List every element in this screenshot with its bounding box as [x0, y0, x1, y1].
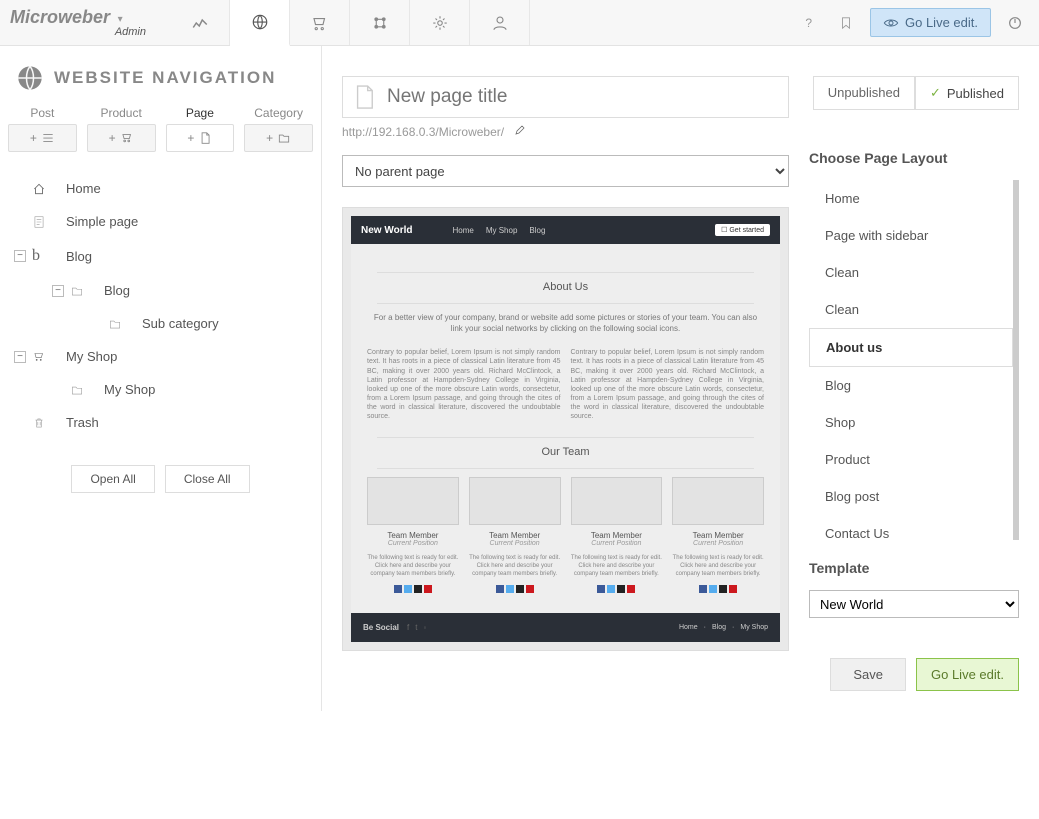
blog-icon: b [32, 247, 48, 265]
globe-icon [16, 64, 44, 92]
cart-icon [120, 131, 134, 145]
layout-option[interactable]: Clean [809, 291, 1013, 328]
layout-option[interactable]: Contact Us [809, 515, 1013, 540]
add-tab-page[interactable]: Page + [166, 106, 235, 152]
topbar: Microweber ▾ Admin ? [0, 0, 1039, 46]
parent-page-select[interactable]: No parent page [342, 155, 789, 187]
published-button[interactable]: ✓ Published [915, 76, 1019, 110]
publish-toggle: Unpublished ✓ Published [809, 76, 1019, 110]
brand[interactable]: Microweber ▾ Admin [0, 0, 170, 45]
preview-footer: Be Social ft◦ Home· Blog· My Shop [351, 613, 780, 642]
brand-caret-icon: ▾ [118, 14, 123, 25]
layout-list[interactable]: HomePage with sidebarCleanCleanAbout usB… [809, 180, 1019, 540]
page-icon [32, 215, 48, 229]
nav-website[interactable] [230, 0, 290, 46]
tree-my-shop[interactable]: − My Shop [0, 340, 321, 373]
plus-icon: + [109, 131, 116, 145]
tree-blog-child[interactable]: − Blog [0, 274, 321, 307]
eye-icon [883, 17, 899, 29]
template-heading: Template [809, 560, 1019, 576]
folder-icon [277, 131, 291, 145]
layout-option[interactable]: Shop [809, 404, 1013, 441]
tree-my-shop-child[interactable]: My Shop [0, 373, 321, 406]
check-icon: ✓ [930, 85, 941, 101]
list-icon [41, 131, 55, 145]
tree-sub-category[interactable]: Sub category [0, 307, 321, 340]
sidebar-header: WEBSITE NAVIGATION [0, 46, 321, 106]
svg-text:?: ? [805, 16, 812, 30]
brand-sub: Admin [10, 26, 156, 38]
tree-actions: Open All Close All [0, 455, 321, 503]
tree-blog[interactable]: − b Blog [0, 238, 321, 274]
preview-header: New World Home My Shop Blog ☐ Get starte… [351, 216, 780, 244]
layout-option[interactable]: Page with sidebar [809, 217, 1013, 254]
layout-option[interactable]: Clean [809, 254, 1013, 291]
action-row: Save Go Live edit. [809, 658, 1019, 691]
cart-icon [32, 350, 48, 364]
add-tab-product[interactable]: Product + [87, 106, 156, 152]
plus-icon: + [30, 131, 37, 145]
collapse-icon[interactable]: − [14, 351, 26, 363]
plus-icon: + [187, 131, 194, 145]
go-live-edit-button[interactable]: Go Live edit. [916, 658, 1019, 691]
add-tabs: Post + Product + Page + Category + [0, 106, 321, 152]
folder-icon [108, 317, 124, 331]
nav-modules[interactable] [350, 0, 410, 45]
page-icon [198, 131, 212, 145]
layout-option[interactable]: About us [809, 328, 1013, 367]
plus-icon: + [266, 131, 273, 145]
save-button[interactable]: Save [830, 658, 906, 691]
folder-icon [70, 284, 86, 298]
layout-option[interactable]: Home [809, 180, 1013, 217]
unpublished-button[interactable]: Unpublished [813, 76, 915, 110]
page-title-input[interactable] [387, 86, 778, 108]
main-left: http://192.168.0.3/Microweber/ No parent… [342, 76, 1019, 691]
close-all-button[interactable]: Close All [165, 465, 250, 493]
sidebar: WEBSITE NAVIGATION Post + Product + Page… [0, 46, 322, 711]
add-tab-post[interactable]: Post + [8, 106, 77, 152]
main-right: Unpublished ✓ Published Choose Page Layo… [809, 76, 1019, 691]
page-title-row [342, 76, 789, 118]
go-live-label: Go Live edit. [905, 15, 978, 30]
collapse-icon[interactable]: − [52, 285, 64, 297]
tree-home[interactable]: Home [0, 172, 321, 205]
layout-preview: New World Home My Shop Blog ☐ Get starte… [342, 207, 789, 651]
brand-name: Microweber [10, 7, 110, 27]
nav-users[interactable] [470, 0, 530, 45]
home-icon [32, 182, 48, 196]
page-icon [353, 84, 375, 110]
nav-shop[interactable] [290, 0, 350, 45]
url-row: http://192.168.0.3/Microweber/ [342, 124, 789, 139]
edit-url-icon[interactable] [514, 124, 526, 139]
go-live-edit-top[interactable]: Go Live edit. [870, 8, 991, 37]
preview-team: Team MemberCurrent PositionThe following… [367, 477, 764, 592]
layout-option[interactable]: Blog post [809, 478, 1013, 515]
topbar-right: ? Go Live edit. [794, 0, 1039, 45]
add-tab-category[interactable]: Category + [244, 106, 313, 152]
bookmark-icon[interactable] [832, 9, 860, 37]
layout-option[interactable]: Product [809, 441, 1013, 478]
template-select[interactable]: New World [809, 590, 1019, 618]
nav-dashboard[interactable] [170, 0, 230, 45]
top-nav [170, 0, 530, 45]
tree-simple-page[interactable]: Simple page [0, 205, 321, 238]
page-url: http://192.168.0.3/Microweber/ [342, 125, 504, 139]
open-all-button[interactable]: Open All [71, 465, 154, 493]
power-icon[interactable] [1001, 9, 1029, 37]
sidebar-title: WEBSITE NAVIGATION [54, 68, 276, 88]
nav-settings[interactable] [410, 0, 470, 45]
trash-icon [32, 416, 48, 430]
layout-option[interactable]: Blog [809, 367, 1013, 404]
layout: WEBSITE NAVIGATION Post + Product + Page… [0, 46, 1039, 711]
tree-trash[interactable]: Trash [0, 406, 321, 439]
folder-icon [70, 383, 86, 397]
main: http://192.168.0.3/Microweber/ No parent… [322, 46, 1039, 711]
collapse-icon[interactable]: − [14, 250, 26, 262]
page-tree: Home Simple page − b Blog − Blog Sub cat… [0, 162, 321, 455]
choose-layout-heading: Choose Page Layout [809, 150, 1019, 166]
help-icon[interactable]: ? [794, 9, 822, 37]
